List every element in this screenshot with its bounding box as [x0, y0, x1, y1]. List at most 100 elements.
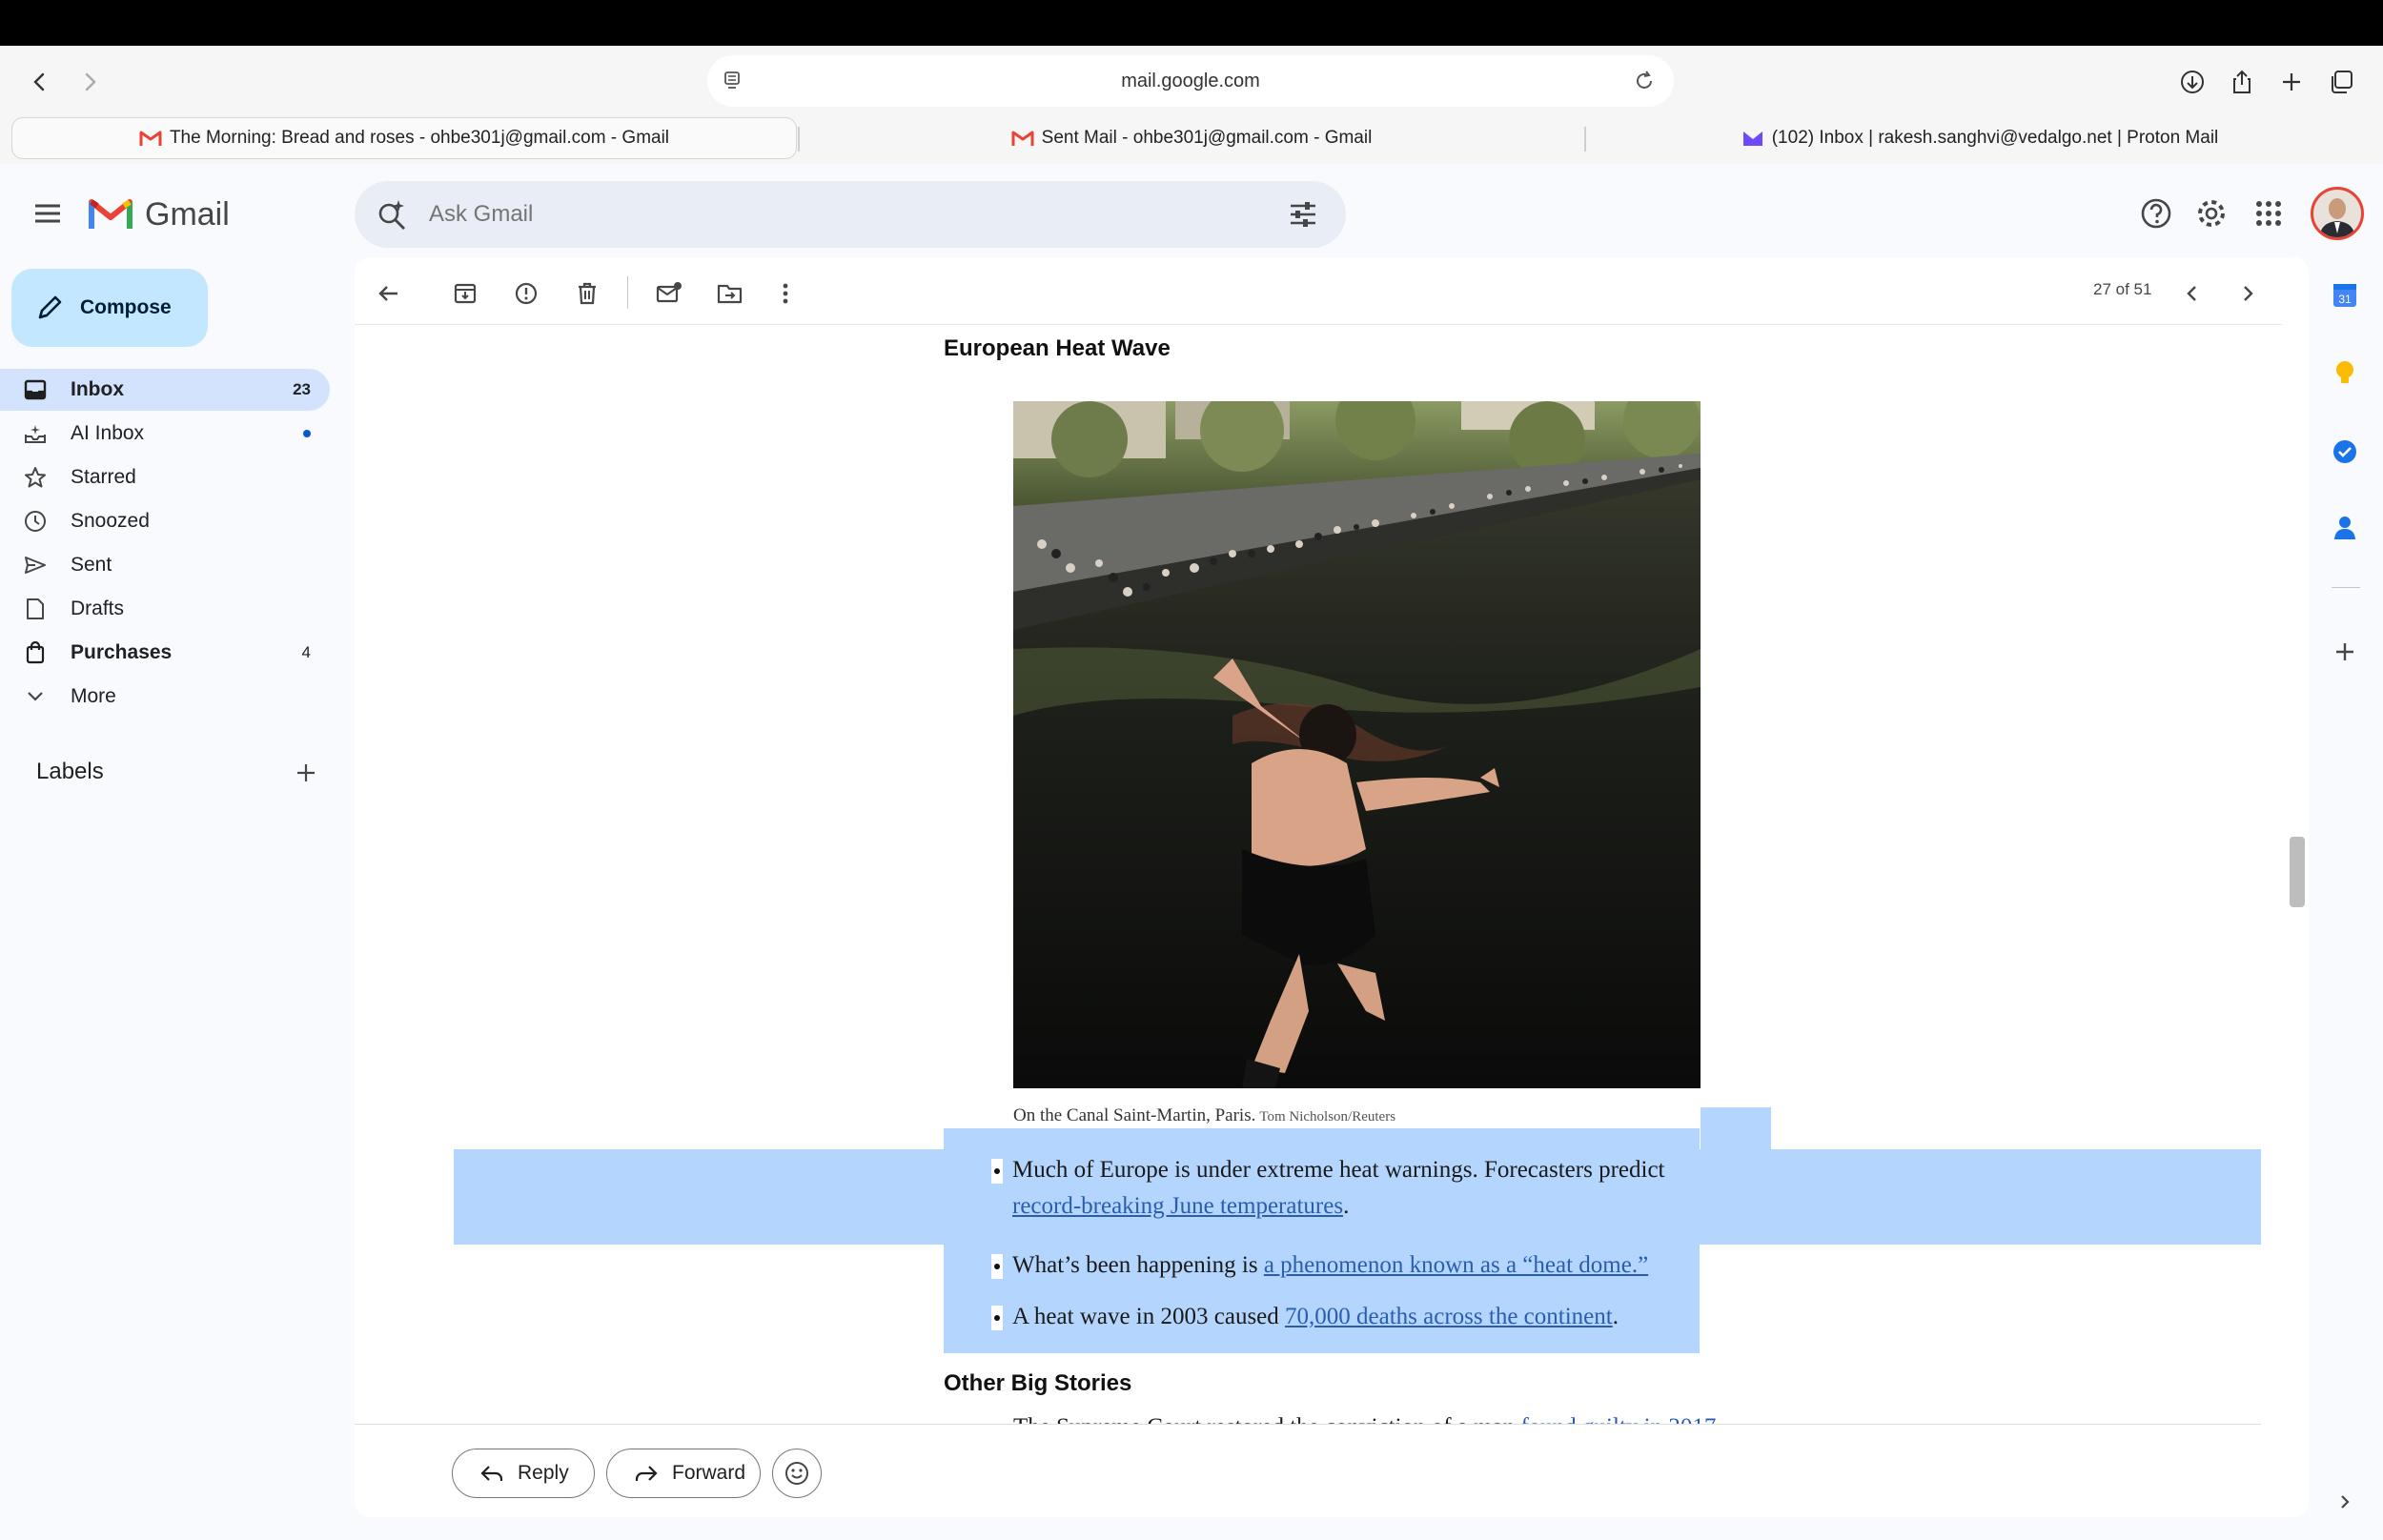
photo-credit: Tom Nicholson/Reuters: [1259, 1109, 1396, 1125]
sidebar-item-purchases[interactable]: Purchases 4: [0, 632, 330, 674]
proton-mail-icon: [1742, 132, 1762, 146]
bullet-text-end: .: [1612, 1304, 1619, 1329]
toolbar-divider: [627, 276, 628, 309]
search-options-icon[interactable]: [1287, 198, 1319, 231]
sidebar-item-inbox[interactable]: Inbox 23: [0, 369, 330, 411]
bullet-link[interactable]: record-breaking June temperatures: [1012, 1193, 1343, 1219]
sidebar-item-sent[interactable]: Sent: [0, 544, 330, 586]
tasks-icon[interactable]: [2326, 433, 2364, 471]
ai-inbox-icon: [23, 421, 48, 446]
bullet-marker: [991, 1306, 1003, 1330]
show-side-panel-icon[interactable]: [2326, 1483, 2364, 1521]
article-photo: [1013, 401, 1701, 1088]
account-avatar[interactable]: [2311, 187, 2364, 240]
forward-icon: [635, 1466, 658, 1481]
bullet-text: A heat wave in 2003 caused: [1012, 1304, 1286, 1329]
emoji-icon: [785, 1462, 808, 1485]
contacts-icon[interactable]: [2326, 509, 2364, 547]
settings-gear-icon[interactable]: [2189, 191, 2234, 236]
move-to-icon[interactable]: [709, 273, 751, 314]
tab-title: The Morning: Bread and roses - ohbe301j@…: [169, 128, 670, 148]
keep-icon[interactable]: [2326, 355, 2364, 393]
browser-back-button[interactable]: [21, 63, 59, 101]
pencil-icon: [38, 295, 62, 319]
get-addons-icon[interactable]: [2326, 633, 2364, 671]
forward-label: Forward: [672, 1462, 746, 1484]
reply-area-divider: [355, 1424, 2261, 1425]
gmail-icon: [1011, 131, 1034, 146]
sidebar-item-label: Sent: [71, 554, 112, 576]
new-indicator-dot: [303, 430, 311, 437]
shopping-bag-icon: [23, 640, 48, 665]
sidebar-item-label: Snoozed: [71, 510, 150, 532]
toolbar-divider-line: [355, 324, 2282, 325]
search-sparkle-icon[interactable]: [376, 198, 410, 233]
clipped-text: The Supreme Court restored the convictio…: [1013, 1414, 1520, 1424]
browser-forward-button[interactable]: [71, 63, 109, 101]
text-selection-highlight: [1701, 1107, 1771, 1149]
sidebar-item-more[interactable]: More: [0, 676, 330, 718]
archive-icon[interactable]: [444, 273, 486, 314]
section-heading: Other Big Stories: [944, 1370, 1132, 1396]
sidebar-item-label: Starred: [71, 466, 136, 488]
report-spam-icon[interactable]: [505, 273, 547, 314]
unread-count: 4: [301, 643, 311, 661]
browser-tab[interactable]: (102) Inbox | rakesh.sanghvi@vedalgo.net…: [1588, 117, 2372, 159]
sidebar-item-ai-inbox[interactable]: AI Inbox: [0, 413, 330, 455]
bullet-text-end: .: [1343, 1193, 1350, 1219]
new-tab-icon[interactable]: [2272, 63, 2311, 101]
inbox-icon: [23, 377, 48, 402]
help-icon[interactable]: [2133, 191, 2179, 236]
gmail-wordmark: Gmail: [145, 196, 230, 233]
chevron-right-icon: [85, 72, 96, 91]
star-icon: [23, 465, 48, 490]
forward-button[interactable]: Forward: [606, 1449, 761, 1498]
send-icon: [23, 553, 48, 578]
search-input[interactable]: [429, 181, 1192, 248]
browser-tab[interactable]: Sent Mail - ohbe301j@gmail.com - Gmail: [801, 117, 1582, 159]
unread-count: 23: [293, 380, 311, 398]
address-bar[interactable]: mail.google.com: [707, 55, 1674, 107]
sidebar-item-label: AI Inbox: [71, 422, 145, 444]
bullet-link[interactable]: 70,000 deaths across the continent: [1285, 1304, 1613, 1329]
sidebar-item-starred[interactable]: Starred: [0, 456, 330, 498]
tab-divider: [1584, 127, 1586, 152]
bullet-item: A heat wave in 2003 caused 70,000 deaths…: [1012, 1299, 1619, 1335]
sidebar-item-drafts[interactable]: Drafts: [0, 588, 330, 630]
side-panel-divider: [2332, 587, 2360, 588]
reply-button[interactable]: Reply: [452, 1449, 595, 1498]
older-message-icon[interactable]: [2227, 273, 2269, 314]
scrollbar-thumb[interactable]: [2290, 837, 2305, 907]
compose-button[interactable]: Compose: [11, 269, 208, 347]
bullet-link[interactable]: a phenomenon known as a “heat dome.”: [1264, 1252, 1648, 1278]
emoji-reaction-button[interactable]: [772, 1449, 822, 1498]
downloads-icon[interactable]: [2173, 63, 2211, 101]
bullet-item: Much of Europe is under extreme heat war…: [1012, 1152, 1794, 1225]
reload-icon[interactable]: [1632, 69, 1657, 93]
sidebar-item-snoozed[interactable]: Snoozed: [0, 500, 330, 542]
bullet-marker: [991, 1159, 1003, 1184]
add-label-icon[interactable]: [292, 759, 320, 787]
section-heading: European Heat Wave: [944, 335, 1171, 361]
newer-message-icon[interactable]: [2171, 273, 2213, 314]
gmail-logo[interactable]: [88, 194, 133, 233]
more-options-icon[interactable]: [764, 273, 806, 314]
share-icon[interactable]: [2223, 63, 2261, 101]
mark-unread-icon[interactable]: [648, 273, 690, 314]
clipped-link[interactable]: found guilty in 2017: [1520, 1414, 1716, 1424]
calendar-icon[interactable]: 31: [2326, 276, 2364, 314]
tab-overview-icon[interactable]: [2322, 63, 2360, 101]
sidebar-item-label: Drafts: [71, 598, 125, 619]
delete-icon[interactable]: [566, 273, 608, 314]
main-menu-icon[interactable]: [29, 196, 67, 231]
back-to-inbox-icon[interactable]: [368, 273, 410, 314]
tab-title: (102) Inbox | rakesh.sanghvi@vedalgo.net…: [1771, 128, 2219, 148]
clipped-text-line: The Supreme Court restored the convictio…: [1013, 1414, 1716, 1424]
tab-title: Sent Mail - ohbe301j@gmail.com - Gmail: [1041, 128, 1373, 148]
search-bar[interactable]: [355, 181, 1346, 248]
google-apps-icon[interactable]: [2246, 191, 2291, 236]
browser-tab[interactable]: The Morning: Bread and roses - ohbe301j@…: [11, 117, 797, 159]
message-pager: 27 of 51: [2093, 280, 2152, 298]
bullet-marker: [991, 1254, 1003, 1279]
caption-text: On the Canal Saint-Martin, Paris.: [1013, 1105, 1256, 1125]
